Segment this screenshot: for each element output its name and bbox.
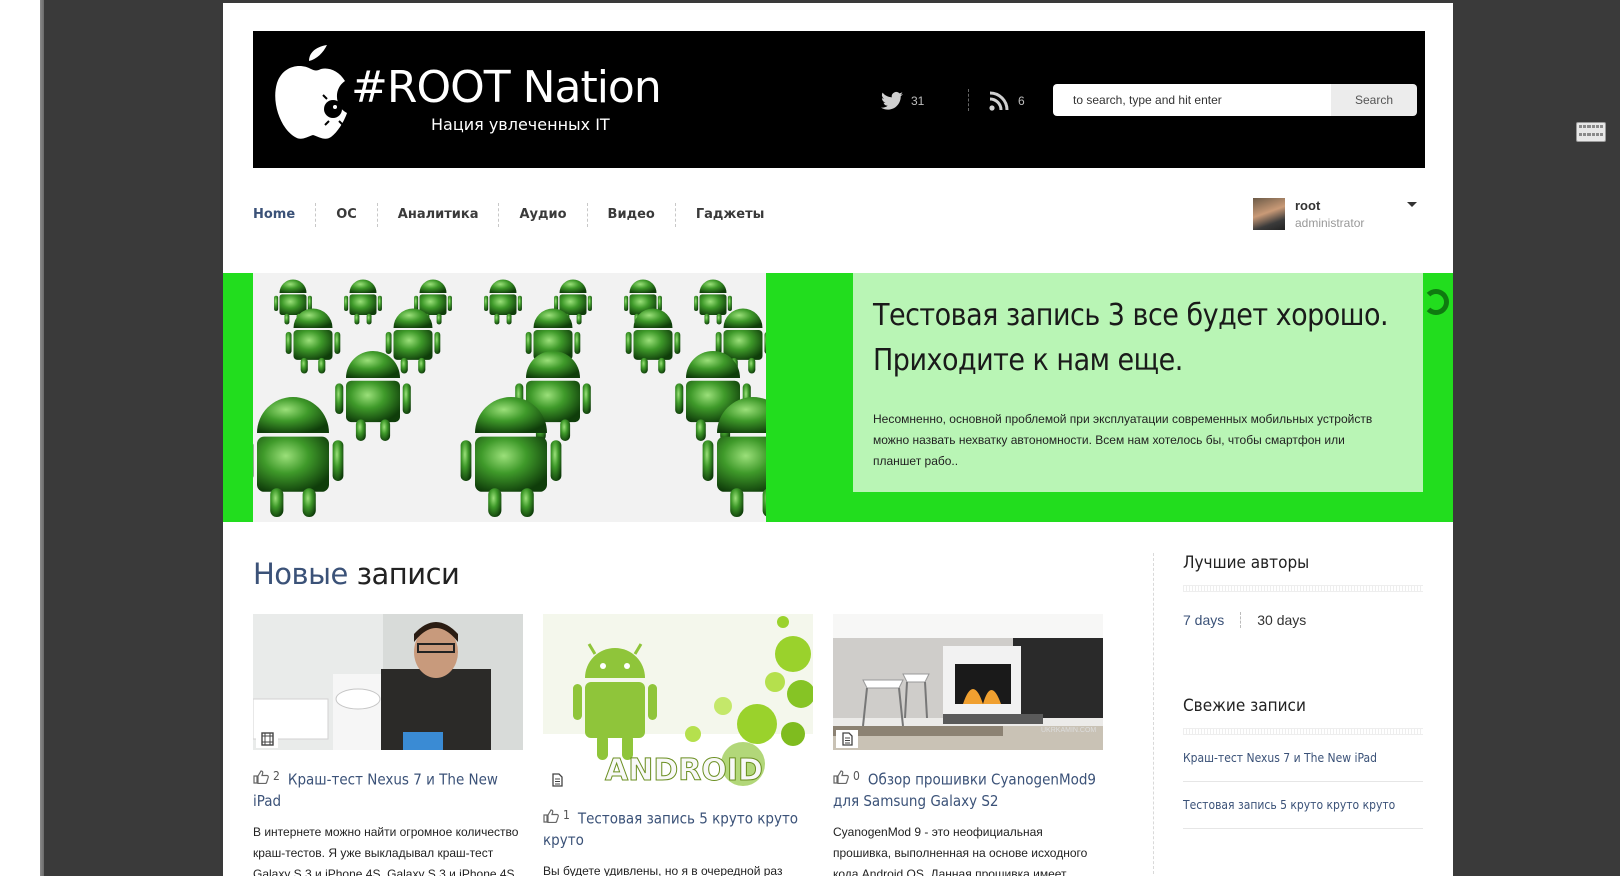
like-count: 2 [273,769,280,783]
section-title: Новые записи [253,557,460,591]
web-page: #ROOT Nation Нация увлеченных IT 31 6 to… [223,3,1453,876]
post-thumbnail-image [253,614,523,750]
post-card: 2 Краш-тест Nexus 7 и The New iPad В инт… [253,614,523,876]
post-thumbnail[interactable]: UKRKAMIN.COM [833,614,1103,750]
like-button[interactable]: 2 [253,766,280,787]
android-army-image [253,273,766,522]
avatar[interactable] [1253,198,1285,230]
nav-item-home[interactable]: Home [253,203,315,227]
featured-slider: Тестовая запись 3 все будет хорошо. Прих… [223,273,1453,522]
post-title[interactable]: 0 Обзор прошивки CyanogenMod9 для Samsun… [833,766,1103,812]
thumbs-up-icon [253,769,269,784]
post-excerpt: В интернете можно найти огромное количес… [253,824,519,876]
film-icon [256,730,278,748]
post-thumbnail-image: UKRKAMIN.COM [833,614,1103,750]
rss-link[interactable]: 6 [988,91,1025,111]
chevron-down-icon[interactable] [1407,202,1417,207]
nav-item-audio[interactable]: Аудио [498,203,586,227]
document-icon [546,771,568,789]
tab-30-days[interactable]: 30 days [1241,612,1306,628]
featured-excerpt: Несомненно, основной проблемой при экспл… [873,412,1373,468]
site-logo-title[interactable]: #ROOT Nation [351,63,662,113]
thumbs-up-icon [833,769,849,784]
nav-item-os[interactable]: ОС [315,203,377,227]
user-menu[interactable]: root administrator [1253,198,1433,238]
rss-count: 6 [1018,94,1025,108]
twitter-link[interactable]: 31 [881,91,924,111]
nav-item-video[interactable]: Видео [586,203,675,227]
featured-title[interactable]: Тестовая запись 3 все будет хорошо. Прих… [873,293,1403,383]
sidebar: Лучшие авторы 7 days 30 days Свежие запи… [1183,553,1423,829]
widget-title-recent-posts: Свежие записи [1183,696,1306,716]
period-tabs: 7 days 30 days [1183,612,1423,628]
watermark-text: UKRKAMIN.COM [1041,727,1096,734]
slider-next-icon[interactable] [1423,289,1449,315]
widget-rule [1183,585,1423,592]
post-title[interactable]: 2 Краш-тест Nexus 7 и The New iPad [253,766,523,812]
post-excerpt: CyanogenMod 9 - это неофициальная прошив… [833,824,1088,876]
tab-7-days[interactable]: 7 days [1183,612,1242,628]
apple-logo-icon [275,45,347,139]
rss-icon [989,91,1009,111]
keyboard-icon[interactable] [1576,122,1606,142]
search-input[interactable]: to search, type and hit enter [1053,84,1331,116]
twitter-count: 31 [911,94,925,108]
user-name[interactable]: root [1295,198,1320,213]
featured-caption: Тестовая запись 3 все будет хорошо. Прих… [853,273,1423,492]
post-excerpt: Вы будете удивлены, но я в очередной раз… [543,863,783,876]
recent-post-link[interactable]: Краш-тест Nexus 7 и The New iPad [1183,735,1423,782]
post-title[interactable]: 1 Тестовая запись 5 круто круто круто [543,805,813,851]
thumbs-up-icon [543,808,559,823]
site-tagline: Нация увлеченных IT [431,115,610,134]
like-count: 1 [563,808,570,822]
nav-item-gadgets[interactable]: Гаджеты [674,203,785,227]
like-button[interactable]: 1 [543,805,570,826]
post-thumbnail-image: ANDROID [543,614,813,791]
like-button[interactable]: 0 [833,766,860,787]
post-thumbnail[interactable] [253,614,523,750]
social-divider [968,89,969,111]
widget-rule [1183,728,1423,735]
user-role: administrator [1295,216,1365,230]
main-navigation: Home ОС Аналитика Аудио Видео Гаджеты [253,203,784,227]
sidebar-divider [1153,553,1154,876]
android-wordmark: ANDROID [605,753,763,788]
twitter-icon [881,91,903,110]
recent-post-link[interactable]: Тестовая запись 5 круто круто круто [1183,782,1423,829]
search-button[interactable]: Search [1331,84,1417,116]
like-count: 0 [853,769,860,783]
nav-item-analytics[interactable]: Аналитика [376,203,499,227]
window-left-edge [0,0,44,876]
post-thumbnail[interactable]: ANDROID [543,614,813,791]
featured-image[interactable] [253,273,766,522]
post-card: ANDROID 1 Тестовая запись 5 круто круто … [543,614,813,876]
site-header: #ROOT Nation Нация увлеченных IT 31 6 to… [253,31,1425,168]
document-icon [836,730,858,748]
widget-title-best-authors: Лучшие авторы [1183,553,1310,573]
post-card: UKRKAMIN.COM 0 Обзор прошивки CyanogenMo… [833,614,1103,876]
